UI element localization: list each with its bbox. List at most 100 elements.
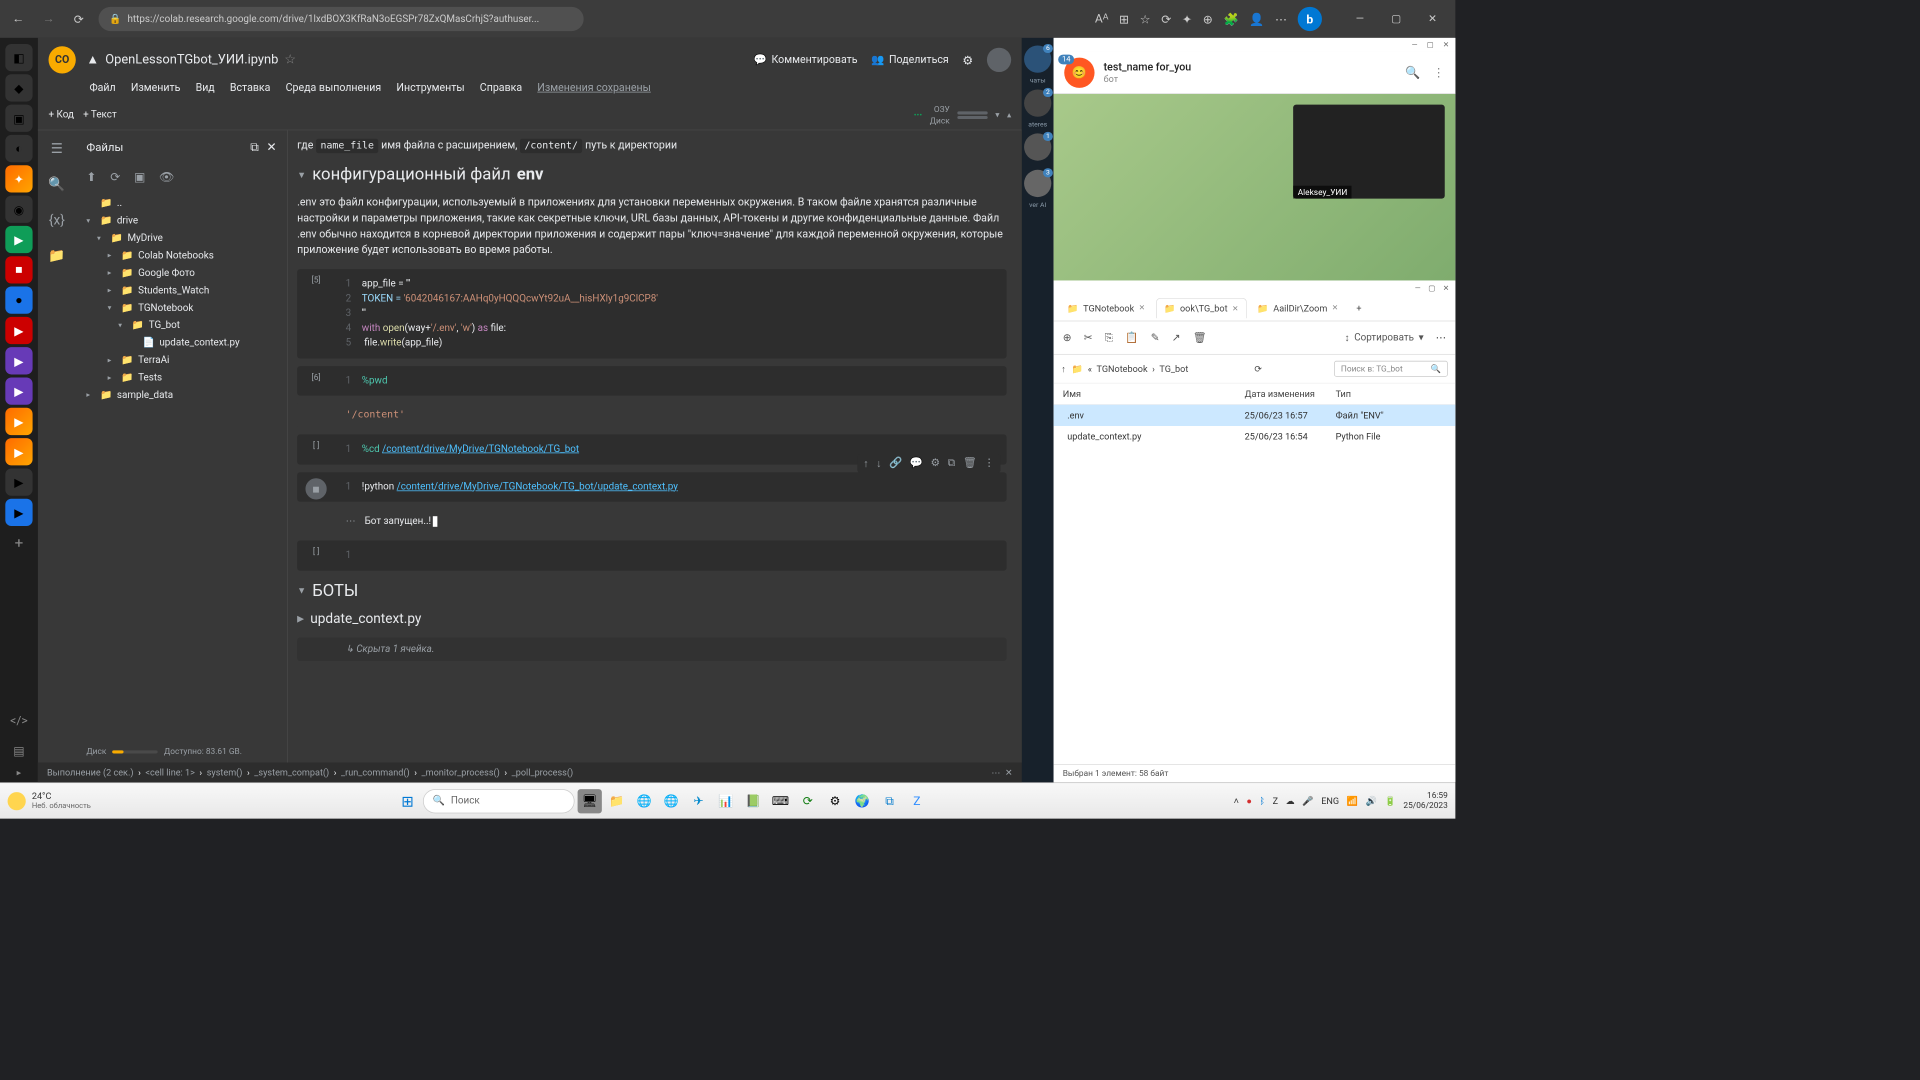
- close-button[interactable]: ✕: [1443, 284, 1449, 292]
- taskbar-app[interactable]: 🌍: [850, 789, 874, 813]
- section-header[interactable]: ▼ конфигурационный файл env: [297, 165, 1006, 184]
- forward-button[interactable]: →: [38, 8, 59, 29]
- explorer-tab[interactable]: 📁AailDir\Zoom✕: [1250, 298, 1346, 318]
- tree-node[interactable]: ▾📁drive: [76, 212, 287, 229]
- tree-node[interactable]: ▾📁TG_bot: [76, 317, 287, 334]
- more-icon[interactable]: ⋯: [1436, 332, 1447, 344]
- tree-node[interactable]: ▸📁Google Фото: [76, 265, 287, 282]
- taskbar-app[interactable]: ⌨: [768, 789, 792, 813]
- close-icon[interactable]: ✕: [1139, 304, 1145, 312]
- new-tab[interactable]: +: [1349, 298, 1369, 318]
- sort-button[interactable]: ↕ Сортировать ▾: [1345, 332, 1424, 344]
- chevron-up-icon[interactable]: ˄: [1234, 796, 1239, 807]
- add-text-button[interactable]: + Текст: [83, 109, 117, 120]
- bing-button[interactable]: b: [1298, 7, 1322, 31]
- text-size-icon[interactable]: Aᴬ: [1095, 11, 1108, 26]
- minimize-button[interactable]: —: [1345, 8, 1375, 31]
- extensions-icon[interactable]: 🧩: [1224, 12, 1239, 26]
- lang-indicator[interactable]: ENG: [1321, 796, 1339, 807]
- tree-node[interactable]: ▸📁Students_Watch: [76, 282, 287, 299]
- gear-icon[interactable]: ⚙: [931, 457, 941, 470]
- tree-node[interactable]: ▸📁sample_data: [76, 387, 287, 404]
- delete-icon[interactable]: 🗑: [1193, 332, 1206, 344]
- taskbar-app[interactable]: 📗: [741, 789, 765, 813]
- maximize-button[interactable]: ▢: [1381, 8, 1411, 31]
- collapse-icon[interactable]: ▼: [297, 585, 306, 596]
- tree-node[interactable]: ▾📁MyDrive: [76, 230, 287, 247]
- rail-item[interactable]: ▶: [5, 347, 32, 374]
- code-editor[interactable]: 1%pwd: [335, 366, 1007, 396]
- close-button[interactable]: ✕: [1417, 8, 1447, 31]
- profile-icon[interactable]: 👤: [1249, 12, 1264, 26]
- tree-node[interactable]: ▾📁TGNotebook: [76, 299, 287, 316]
- move-down-icon[interactable]: ↓: [876, 457, 881, 470]
- hide-icon[interactable]: 👁: [159, 170, 174, 184]
- menu-file[interactable]: Файл: [89, 82, 115, 94]
- battery-icon[interactable]: 🔋: [1384, 796, 1395, 807]
- taskbar-app[interactable]: 📊: [714, 789, 738, 813]
- tray-icon[interactable]: ●: [1246, 796, 1251, 807]
- new-window-icon[interactable]: ⧉: [250, 139, 259, 154]
- star-icon[interactable]: ☆: [1140, 12, 1151, 26]
- close-icon[interactable]: ✕: [1232, 304, 1238, 312]
- volume-icon[interactable]: 🔊: [1366, 796, 1377, 807]
- maximize-button[interactable]: ▢: [1427, 41, 1434, 49]
- chevron-up-icon[interactable]: ▴: [1007, 110, 1011, 120]
- gear-icon[interactable]: ⚙: [962, 53, 973, 67]
- avatar[interactable]: [987, 48, 1011, 72]
- menu-edit[interactable]: Изменить: [131, 82, 181, 94]
- toc-icon[interactable]: ☰: [51, 141, 63, 157]
- rail-item[interactable]: ◧: [5, 44, 32, 71]
- rail-item[interactable]: ▶: [5, 226, 32, 253]
- tray-icon[interactable]: Z: [1273, 796, 1278, 807]
- link-icon[interactable]: 🔗: [889, 457, 902, 470]
- expand-icon[interactable]: ▸: [17, 767, 22, 782]
- close-icon[interactable]: ✕: [1332, 304, 1338, 312]
- rail-item[interactable]: ▶: [5, 438, 32, 465]
- hidden-cells[interactable]: ↳ Скрыта 1 ячейка.: [297, 637, 1006, 660]
- search-icon[interactable]: 🔍: [48, 177, 65, 193]
- notebook-area[interactable]: где name_file имя файла с расширением, /…: [288, 130, 1022, 762]
- up-button[interactable]: ↑: [1061, 363, 1066, 374]
- rail-item[interactable]: ▣: [5, 105, 32, 132]
- share-icon[interactable]: ↗: [1172, 332, 1181, 344]
- rail-item[interactable]: ▶: [5, 468, 32, 495]
- comment-icon[interactable]: 💬: [910, 457, 923, 470]
- bluetooth-icon[interactable]: ᛒ: [1260, 796, 1265, 807]
- rail-item[interactable]: ✦: [5, 165, 32, 192]
- more-icon[interactable]: ⋮: [1433, 65, 1445, 79]
- minimize-button[interactable]: —: [1415, 284, 1421, 292]
- new-icon[interactable]: ⊕: [1063, 332, 1072, 344]
- close-button[interactable]: ✕: [1443, 41, 1449, 49]
- favorites-icon[interactable]: ✦: [1182, 12, 1192, 26]
- code-cell[interactable]: [5] 1app_file = ''' 2TOKEN = '6042046167…: [297, 269, 1006, 358]
- refresh-button[interactable]: ⟳: [68, 8, 89, 29]
- section-header[interactable]: ▼ БОТЫ: [297, 581, 1006, 600]
- close-icon[interactable]: ✕: [1005, 767, 1013, 778]
- collapse-icon[interactable]: ▼: [297, 169, 306, 180]
- vars-icon[interactable]: {x}: [49, 212, 65, 228]
- rail-item[interactable]: ▶: [5, 377, 32, 404]
- menu-icon[interactable]: ⋯: [1275, 12, 1287, 26]
- copy-icon[interactable]: ⎘: [1105, 332, 1113, 344]
- file-row[interactable]: update_context.py 25/06/23 16:54 Python …: [1054, 426, 1456, 447]
- more-icon[interactable]: ⋮: [984, 457, 995, 470]
- rail-item[interactable]: ■: [5, 256, 32, 283]
- refresh-icon[interactable]: ⟳: [1254, 363, 1262, 374]
- notebook-title[interactable]: OpenLessonTGbot_УИИ.ipynb: [105, 52, 278, 67]
- menu-insert[interactable]: Вставка: [230, 82, 271, 94]
- star-icon[interactable]: ☆: [284, 52, 296, 67]
- rail-item[interactable]: ◉: [5, 196, 32, 223]
- paste-icon[interactable]: 📋: [1125, 332, 1138, 344]
- address-bar[interactable]: 🔒 https://colab.research.google.com/driv…: [99, 7, 584, 31]
- menu-runtime[interactable]: Среда выполнения: [286, 82, 382, 94]
- menu-view[interactable]: Вид: [196, 82, 215, 94]
- more-icon[interactable]: ⋯: [991, 767, 1000, 778]
- code-editor[interactable]: 1: [335, 540, 1007, 570]
- taskbar-app[interactable]: ⟳: [796, 789, 820, 813]
- share-button[interactable]: 👥Поделиться: [871, 54, 949, 66]
- rail-item[interactable]: ◆: [5, 74, 32, 101]
- folder-icon[interactable]: 📁: [48, 248, 65, 264]
- upload-icon[interactable]: ⬆: [86, 170, 96, 184]
- code-editor[interactable]: 1app_file = ''' 2TOKEN = '6042046167:AAH…: [335, 269, 1007, 358]
